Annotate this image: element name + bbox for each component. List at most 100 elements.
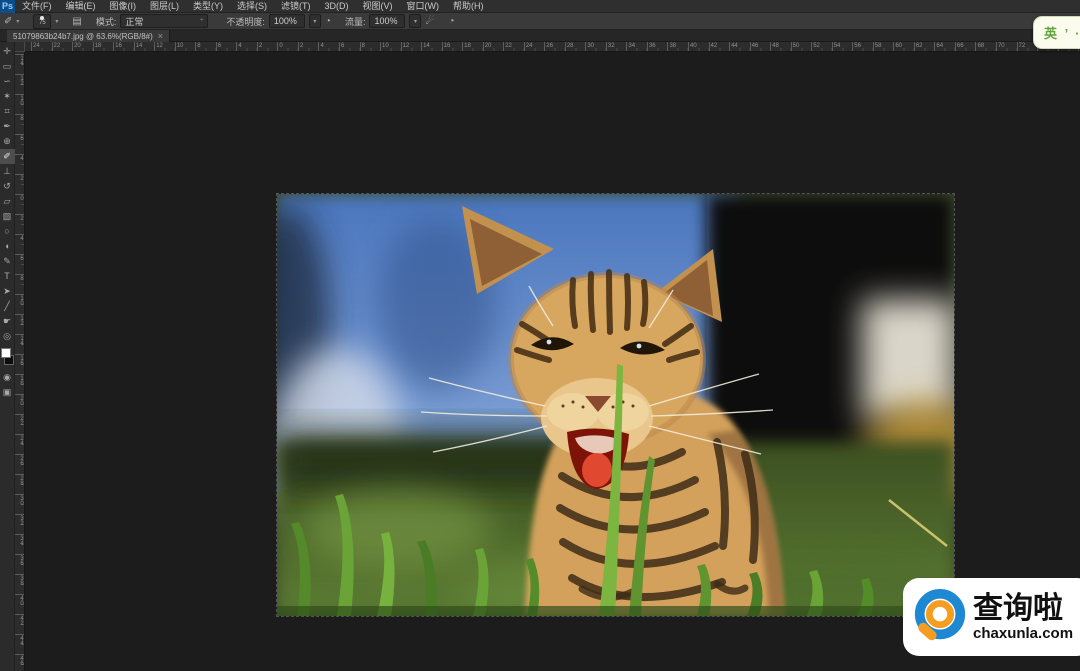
- blur-tool[interactable]: ○: [0, 224, 15, 239]
- ruler-tick: 36: [15, 554, 25, 574]
- ruler-tick: 8: [360, 42, 381, 52]
- document-title: 51079863b24b7.jpg @ 63.6%(RGB/8#): [13, 32, 153, 41]
- menu-item[interactable]: 图像(I): [103, 0, 144, 13]
- hand-tool[interactable]: ☛: [0, 314, 15, 329]
- zoom-tool[interactable]: ◎: [0, 329, 15, 344]
- menu-item[interactable]: 选择(S): [230, 0, 274, 13]
- ruler-tick: 14: [15, 54, 25, 74]
- tool-icon: ✎: [3, 254, 11, 269]
- blend-mode-caret-icon: ÷: [200, 18, 203, 24]
- path-selection-tool[interactable]: ➤: [0, 284, 15, 299]
- brush-preset-caret-icon[interactable]: ▾: [55, 18, 58, 25]
- menu-item[interactable]: 滤镜(T): [274, 0, 318, 13]
- ruler-tick: 42: [709, 42, 730, 52]
- tool-icon: T: [4, 269, 10, 284]
- chaxunla-watermark: 查询啦 chaxunla.com: [903, 578, 1080, 656]
- type-tool[interactable]: T: [0, 269, 15, 284]
- ruler-tick: 4: [15, 154, 25, 174]
- ime-status-bar[interactable]: 英 ’ ·: [1033, 16, 1080, 49]
- foreground-color-swatch[interactable]: [1, 348, 11, 358]
- spot-healing-brush-tool[interactable]: ⊕: [0, 134, 15, 149]
- brush-tool-icon[interactable]: ✐: [4, 14, 12, 29]
- ruler-tick: 14: [421, 42, 442, 52]
- ruler-tick: 30: [15, 494, 25, 514]
- ruler-tick: 12: [15, 74, 25, 94]
- menu-item[interactable]: 3D(D): [318, 0, 356, 13]
- flow-caret-button[interactable]: ▾: [409, 14, 421, 28]
- menu-item[interactable]: 窗口(W): [400, 0, 447, 13]
- ruler-tick: 48: [770, 42, 791, 52]
- ruler-tick: 6: [216, 42, 237, 52]
- ruler-tick: 2: [15, 214, 25, 234]
- pen-tool[interactable]: ✎: [0, 254, 15, 269]
- gradient-tool[interactable]: ▧: [0, 209, 15, 224]
- photoshop-logo[interactable]: Ps: [0, 0, 15, 13]
- tool-extras: ◉▣: [0, 370, 15, 400]
- quick-mask-button[interactable]: ◉: [0, 370, 15, 385]
- ruler-tick: 38: [667, 42, 688, 52]
- tool-icon: ⊕: [3, 134, 11, 149]
- tool-icon: ╱: [4, 299, 9, 314]
- move-tool[interactable]: ✛: [0, 44, 15, 59]
- rectangular-marquee-tool[interactable]: ▭: [0, 59, 15, 74]
- document-tab[interactable]: 51079863b24b7.jpg @ 63.6%(RGB/8#) ×: [7, 30, 170, 42]
- toggle-brush-panel-icon[interactable]: ▤: [72, 14, 81, 29]
- ruler-tick: 22: [503, 42, 524, 52]
- ruler-tick: 54: [832, 42, 853, 52]
- brush-tool[interactable]: ✐: [0, 149, 15, 164]
- ruler-tick: 18: [93, 42, 114, 52]
- ruler-tick: 32: [15, 514, 25, 534]
- vertical-ruler[interactable]: 1412108642024681012141618202224262830323…: [15, 52, 25, 671]
- ruler-tick: 2: [15, 174, 25, 194]
- crop-tool[interactable]: ⌗: [0, 104, 15, 119]
- opacity-caret-button[interactable]: ▾: [309, 14, 321, 28]
- pressure-opacity-icon[interactable]: ◔: [325, 14, 331, 29]
- screen-mode-button[interactable]: ▣: [0, 385, 15, 400]
- menu-items: 文件(F)编辑(E)图像(I)图层(L)类型(Y)选择(S)滤镜(T)3D(D)…: [15, 0, 491, 13]
- clone-stamp-tool[interactable]: ⊥: [0, 164, 15, 179]
- flow-select[interactable]: 100%: [369, 14, 405, 28]
- ruler-tick: 4: [15, 234, 25, 254]
- ruler-tick: 22: [52, 42, 73, 52]
- dodge-tool[interactable]: ◖: [0, 239, 15, 254]
- brush-preset-picker[interactable]: 75: [33, 14, 51, 29]
- ruler-tick: 34: [15, 534, 25, 554]
- horizontal-ruler[interactable]: 2422201816141210864202468101214161820222…: [25, 42, 1080, 52]
- blend-mode-select[interactable]: 正常 ÷: [120, 14, 208, 28]
- ruler-origin-corner[interactable]: [15, 42, 25, 52]
- history-brush-tool[interactable]: ↺: [0, 179, 15, 194]
- ruler-tick: 22: [15, 414, 25, 434]
- tool-icon: ▱: [4, 194, 11, 209]
- line-shape-tool[interactable]: ╱: [0, 299, 15, 314]
- color-swatches[interactable]: [0, 348, 15, 370]
- menu-item[interactable]: 文件(F): [15, 0, 59, 13]
- menu-item[interactable]: 编辑(E): [59, 0, 103, 13]
- menu-item[interactable]: 视图(V): [356, 0, 400, 13]
- open-image-kitten-photo[interactable]: [277, 194, 954, 616]
- menu-item[interactable]: 类型(Y): [186, 0, 230, 13]
- opacity-caret-icon: ▾: [313, 18, 316, 25]
- tool-icon: ✒: [3, 119, 11, 134]
- tool-preset-caret-icon[interactable]: ▾: [16, 18, 19, 25]
- eyedropper-tool[interactable]: ✒: [0, 119, 15, 134]
- ruler-tick: 24: [31, 42, 52, 52]
- menu-item[interactable]: 帮助(H): [446, 0, 491, 13]
- eraser-tool[interactable]: ▱: [0, 194, 15, 209]
- tool-icon: ✶: [3, 89, 11, 104]
- ruler-tick: 12: [154, 42, 175, 52]
- lasso-tool[interactable]: ∽: [0, 74, 15, 89]
- close-tab-icon[interactable]: ×: [158, 31, 163, 41]
- opacity-select[interactable]: 100%: [269, 14, 305, 28]
- menu-item[interactable]: 图层(L): [143, 0, 186, 13]
- kitten-photo-graphic: [277, 194, 954, 616]
- tool-icon: ◉: [3, 370, 11, 385]
- airbrush-icon[interactable]: ☄: [425, 14, 434, 29]
- tool-icon: ○: [4, 224, 9, 239]
- tool-icon: ▧: [3, 209, 12, 224]
- pressure-size-icon[interactable]: ◔: [448, 14, 454, 29]
- tool-icon: ◖: [4, 239, 9, 254]
- quick-selection-tool[interactable]: ✶: [0, 89, 15, 104]
- ruler-tick: 10: [15, 94, 25, 114]
- chaxunla-logo-icon: [911, 588, 969, 646]
- ime-mode-text: 英 ’ ·: [1044, 23, 1080, 42]
